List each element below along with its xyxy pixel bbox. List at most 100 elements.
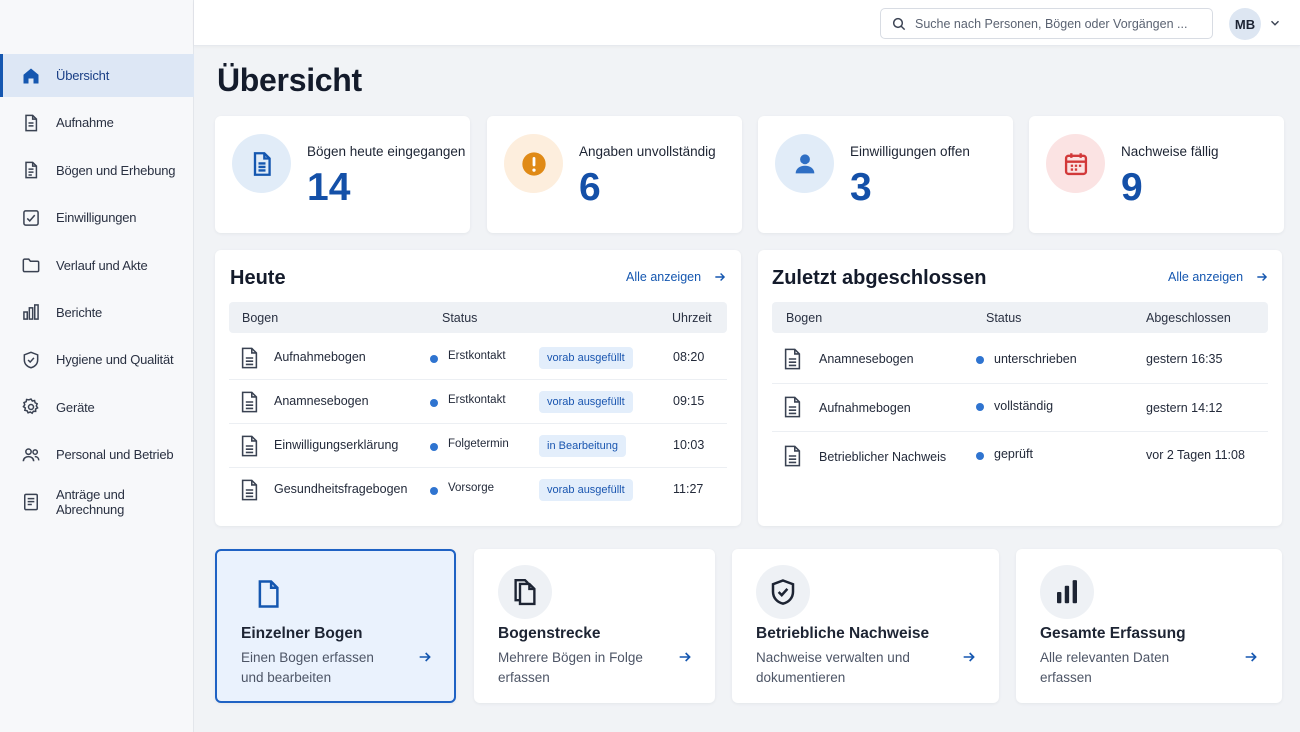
checkbox-icon xyxy=(23,209,39,226)
sidebar-item-hygiene[interactable]: Hygiene und Qualität xyxy=(0,338,194,381)
stat-card-boegen[interactable]: Bögen heute eingegangen 14 xyxy=(215,116,470,233)
cell-bogen: Gesundheitsfragebogen xyxy=(274,482,408,496)
table-row[interactable]: Einwilligungserklärung Folgetermin in Be… xyxy=(229,424,727,468)
search-input[interactable] xyxy=(915,16,1195,31)
show-all-link[interactable]: Alle anzeigen xyxy=(1168,270,1269,284)
table-header: Bogen Status Abgeschlossen xyxy=(772,302,1268,333)
status-dot xyxy=(430,399,438,407)
action-card-betriebliche-nachweise[interactable]: Betriebliche Nachweise Nachweise verwalt… xyxy=(732,549,999,703)
status-dot xyxy=(976,356,984,364)
action-card-bogenstrecke[interactable]: Bogenstrecke Mehrere Bögen in Folge erfa… xyxy=(474,549,715,703)
sidebar-item-antraege[interactable]: Anträge und Abrechnung xyxy=(0,481,194,524)
table-row[interactable]: Aufnahmebogen Erstkontakt vorab ausgefül… xyxy=(229,336,727,380)
document-icon xyxy=(241,347,258,369)
sidebar-item-label: Bögen und Erhebung xyxy=(56,162,176,178)
stat-label: Angaben unvollständig xyxy=(579,144,716,159)
status-dot xyxy=(976,403,984,411)
action-card-gesamte-erfassung[interactable]: Gesamte Erfassung Alle relevanten Daten … xyxy=(1016,549,1282,703)
status-badge: vorab ausgefüllt xyxy=(539,479,633,501)
arrow-right-icon xyxy=(679,652,691,662)
document-icon xyxy=(253,151,271,176)
action-icon-bg xyxy=(241,567,295,621)
arrow-right-icon xyxy=(715,273,726,281)
stat-icon-bg xyxy=(1046,134,1105,193)
folder-icon xyxy=(22,258,40,273)
search-box[interactable] xyxy=(880,8,1213,39)
sidebar-item-berichte[interactable]: Berichte xyxy=(0,291,194,334)
stat-icon-bg xyxy=(504,134,563,193)
search-icon xyxy=(892,17,906,30)
show-all-label: Alle anzeigen xyxy=(626,270,702,284)
stat-value: 6 xyxy=(579,166,601,209)
sidebar-item-uebersicht[interactable]: Übersicht xyxy=(0,54,194,97)
cell-status: vollständig xyxy=(994,399,1054,413)
sidebar-item-einwilligungen[interactable]: Einwilligungen xyxy=(0,196,194,239)
document-icon xyxy=(784,396,801,418)
cell-status: Vorsorge xyxy=(448,482,495,494)
cell-bogen: Einwilligungserklärung xyxy=(274,438,399,452)
sidebar-item-geraete[interactable]: Geräte xyxy=(0,386,194,429)
bar-chart-icon xyxy=(23,304,39,321)
action-description: Nachweise verwalten und dokumentieren xyxy=(756,650,910,685)
action-title: Einzelner Bogen xyxy=(241,625,363,642)
table-header: Bogen Status Uhrzeit xyxy=(229,302,727,333)
cell-status: unterschrieben xyxy=(994,352,1077,366)
cell-bogen: Anamnesebogen xyxy=(819,352,914,366)
show-all-label: Alle anzeigen xyxy=(1168,270,1244,284)
sidebar-item-label: Verlauf und Akte xyxy=(56,257,148,273)
arrow-right-icon xyxy=(963,652,975,662)
table-row[interactable]: Aufnahmebogen vollständig gestern 14:12 xyxy=(772,384,1268,432)
table-row[interactable]: Anamnesebogen unterschrieben gestern 16:… xyxy=(772,336,1268,384)
shield-check-icon xyxy=(771,579,795,605)
panel-title: Zuletzt abgeschlossen xyxy=(772,267,987,289)
document-icon xyxy=(241,391,258,413)
stat-label: Nachweise fällig xyxy=(1121,144,1219,159)
status-badge: in Bearbeitung xyxy=(539,435,626,457)
today-panel: Heute Alle anzeigen Bogen Status Uhrzeit… xyxy=(215,250,741,526)
recent-panel: Zuletzt abgeschlossen Alle anzeigen Boge… xyxy=(758,250,1282,526)
table-row[interactable]: Betrieblicher Nachweis geprüft vor 2 Tag… xyxy=(772,432,1268,480)
sidebar-item-label: Berichte xyxy=(56,304,103,320)
stat-value: 14 xyxy=(307,166,351,209)
action-card-einzelner-bogen[interactable]: Einzelner Bogen Einen Bogen erfassen und… xyxy=(215,549,456,703)
cell-bogen: Betrieblicher Nachweis xyxy=(819,450,947,464)
cell-status: geprüft xyxy=(994,447,1033,461)
sidebar-item-personal[interactable]: Personal und Betrieb xyxy=(0,433,194,476)
arrow-right-icon xyxy=(419,652,431,662)
arrow-right-icon xyxy=(1245,652,1257,662)
column-header: Status xyxy=(442,311,478,325)
sidebar-item-boegen[interactable]: Bögen und Erhebung xyxy=(0,149,194,192)
action-description: Einen Bogen erfassen und bearbeiten xyxy=(241,650,374,685)
list-document-icon xyxy=(24,493,38,511)
sidebar-item-label: Personal und Betrieb xyxy=(56,447,174,463)
stat-value: 3 xyxy=(850,166,872,209)
sidebar-item-aufnahme[interactable]: Aufnahme xyxy=(0,101,194,144)
action-description: Mehrere Bögen in Folge erfassen xyxy=(498,650,643,685)
status-badge: vorab ausgefüllt xyxy=(539,347,633,369)
avatar[interactable]: MB xyxy=(1229,8,1261,40)
stat-card-einwilligungen[interactable]: Einwilligungen offen 3 xyxy=(758,116,1013,233)
action-title: Bogenstrecke xyxy=(498,625,601,642)
table-row[interactable]: Gesundheitsfragebogen Vorsorge vorab aus… xyxy=(229,468,727,512)
action-icon-bg xyxy=(498,565,552,619)
table-row[interactable]: Anamnesebogen Erstkontakt vorab ausgefül… xyxy=(229,380,727,424)
document-icon xyxy=(784,445,801,467)
chevron-down-icon[interactable] xyxy=(1268,16,1282,30)
sidebar-item-label: Anträge und Abrechnung xyxy=(56,487,125,518)
page-title: Übersicht xyxy=(217,62,362,98)
sidebar-item-verlauf[interactable]: Verlauf und Akte xyxy=(0,244,194,287)
document-icon xyxy=(258,580,279,608)
sidebar-item-label: Aufnahme xyxy=(56,115,114,131)
stat-card-nachweise[interactable]: Nachweise fällig 9 xyxy=(1029,116,1284,233)
show-all-link[interactable]: Alle anzeigen xyxy=(626,270,727,284)
cell-status: Folgetermin xyxy=(448,438,509,450)
stat-card-unvollstaendig[interactable]: Angaben unvollständig 6 xyxy=(487,116,742,233)
gear-icon xyxy=(22,398,39,415)
sidebar-item-label: Geräte xyxy=(56,399,95,415)
column-header: Bogen xyxy=(786,311,823,325)
cell-time: 09:15 xyxy=(673,394,705,408)
column-header: Status xyxy=(986,311,1022,325)
sidebar-item-label: Übersicht xyxy=(56,68,110,83)
calendar-icon xyxy=(1064,152,1087,175)
sidebar-item-label: Einwilligungen xyxy=(56,210,137,226)
